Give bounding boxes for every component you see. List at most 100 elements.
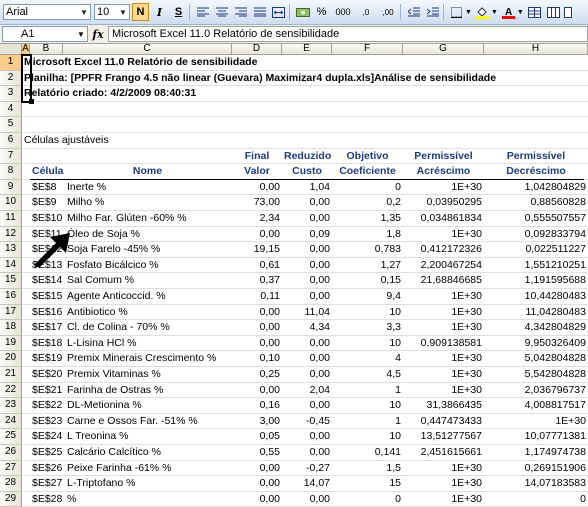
row-header-17[interactable]: 17 bbox=[0, 304, 22, 321]
chevron-down-icon[interactable]: ▼ bbox=[491, 9, 498, 16]
allowable-increase: 31,3866435 bbox=[426, 399, 482, 412]
italic-button[interactable]: I bbox=[151, 3, 168, 21]
row-header-24[interactable]: 24 bbox=[0, 413, 22, 430]
font-size-combo[interactable]: 10 ▼ bbox=[94, 4, 130, 20]
row-header-23[interactable]: 23 bbox=[0, 398, 22, 414]
thousands-button[interactable]: 000 bbox=[332, 3, 354, 21]
row-header-1[interactable]: 1 bbox=[0, 55, 22, 71]
row-header-18[interactable]: 18 bbox=[0, 320, 22, 336]
row-header-22[interactable]: 22 bbox=[0, 382, 22, 399]
font-name-combo[interactable]: Arial ▼ bbox=[3, 4, 91, 20]
row-header-9[interactable]: 9 bbox=[0, 179, 22, 196]
underline-button[interactable]: S bbox=[170, 3, 187, 21]
row-header-7[interactable]: 7 bbox=[0, 148, 22, 165]
row-header-8[interactable]: 8 bbox=[0, 164, 22, 180]
allowable-decrease: 4,008817517 bbox=[524, 399, 586, 412]
objective-coefficient: 0,783 bbox=[374, 243, 401, 256]
row-header-4[interactable]: 4 bbox=[0, 101, 22, 118]
formula-input[interactable]: Microsoft Excel 11.0 Relatório de sensib… bbox=[108, 26, 588, 42]
chevron-down-icon[interactable]: ▼ bbox=[117, 8, 129, 17]
variable-name: Milho Far. Glúten -60% % bbox=[67, 212, 187, 224]
font-color-icon[interactable]: A bbox=[500, 3, 517, 21]
objective-coefficient: 15 bbox=[389, 477, 401, 490]
final-value: 19,15 bbox=[253, 243, 280, 256]
column-header-c[interactable]: C bbox=[63, 44, 232, 55]
row-header-16[interactable]: 16 bbox=[0, 289, 22, 305]
chevron-down-icon[interactable]: ▼ bbox=[465, 9, 472, 16]
borders-icon[interactable] bbox=[448, 3, 465, 21]
column-header-b[interactable]: B bbox=[30, 44, 63, 55]
row-header-15[interactable]: 15 bbox=[0, 273, 22, 289]
fill-color-icon[interactable] bbox=[474, 3, 491, 21]
objective-coefficient: 4 bbox=[395, 352, 401, 365]
bold-button[interactable]: N bbox=[132, 3, 149, 21]
percent-button[interactable]: % bbox=[313, 3, 330, 21]
row-header-12[interactable]: 12 bbox=[0, 226, 22, 243]
select-all-corner[interactable] bbox=[0, 44, 22, 55]
row-header-10[interactable]: 10 bbox=[0, 195, 22, 211]
column-header-e[interactable]: E bbox=[282, 44, 332, 55]
row-header-3[interactable]: 3 bbox=[0, 86, 22, 102]
freeze-icon[interactable] bbox=[563, 3, 572, 21]
chevron-down-icon[interactable]: ▼ bbox=[75, 30, 87, 39]
column-header-g[interactable]: G bbox=[403, 44, 484, 55]
reduced-cost: 0,00 bbox=[309, 399, 330, 412]
table-icon[interactable] bbox=[526, 3, 543, 21]
row-header-21[interactable]: 21 bbox=[0, 367, 22, 383]
increase-indent-icon[interactable] bbox=[424, 3, 441, 21]
row-header-25[interactable]: 25 bbox=[0, 429, 22, 445]
merge-center-icon[interactable] bbox=[270, 3, 287, 21]
row-header-29[interactable]: 29 bbox=[0, 491, 22, 507]
cell-reference: $E$26 bbox=[32, 461, 63, 474]
row-header-6[interactable]: 6 bbox=[0, 133, 22, 149]
column-header-d[interactable]: D bbox=[232, 44, 282, 55]
allowable-increase: 0,034861834 bbox=[420, 212, 482, 224]
align-right-icon[interactable] bbox=[232, 3, 249, 21]
column-header-top: Permissível bbox=[506, 149, 566, 162]
decrease-decimal-button[interactable]: ,00 bbox=[378, 3, 398, 21]
column-header-f[interactable]: F bbox=[332, 44, 403, 55]
allowable-increase: 1E+30 bbox=[451, 383, 482, 396]
row-header-11[interactable]: 11 bbox=[0, 211, 22, 227]
final-value: 0,37 bbox=[259, 274, 280, 287]
variable-name: Sal Comum % bbox=[67, 274, 135, 287]
row-header-28[interactable]: 28 bbox=[0, 476, 22, 492]
allowable-decrease: 5,042804828 bbox=[524, 352, 586, 365]
final-value: 0,05 bbox=[259, 430, 280, 443]
final-value: 0,16 bbox=[259, 399, 280, 412]
row-header-2[interactable]: 2 bbox=[0, 70, 22, 87]
align-left-icon[interactable] bbox=[194, 3, 211, 21]
chevron-down-icon[interactable]: ▼ bbox=[517, 9, 524, 16]
increase-decimal-button[interactable]: ,0 bbox=[356, 3, 376, 21]
allowable-increase: 0,03950295 bbox=[426, 196, 482, 209]
reduced-cost: 0,00 bbox=[309, 243, 330, 256]
insert-function-icon[interactable]: fx bbox=[88, 28, 108, 41]
row-header-20[interactable]: 20 bbox=[0, 351, 22, 367]
allowable-decrease: 0,88560828 bbox=[530, 196, 586, 209]
row-header-27[interactable]: 27 bbox=[0, 460, 22, 477]
column-header-h[interactable]: H bbox=[484, 44, 588, 55]
name-box[interactable]: A1 ▼ bbox=[2, 26, 88, 42]
allowable-decrease: 5,542804828 bbox=[524, 368, 586, 380]
variable-name: L-Lisina HCl % bbox=[67, 336, 137, 349]
justify-icon[interactable] bbox=[251, 3, 268, 21]
column-header-bottom: Coeficiente bbox=[339, 165, 396, 178]
row-header-13[interactable]: 13 bbox=[0, 242, 22, 258]
decrease-indent-icon[interactable] bbox=[405, 3, 422, 21]
row-header-14[interactable]: 14 bbox=[0, 257, 22, 274]
cell-reference: $E$10 bbox=[32, 212, 63, 224]
currency-icon[interactable] bbox=[294, 3, 311, 21]
fill-handle[interactable] bbox=[29, 98, 34, 104]
chevron-down-icon[interactable]: ▼ bbox=[78, 8, 90, 17]
allowable-increase: 1E+30 bbox=[451, 180, 482, 193]
align-center-icon[interactable] bbox=[213, 3, 230, 21]
reduced-cost: 0,00 bbox=[309, 212, 330, 224]
row-header-5[interactable]: 5 bbox=[0, 117, 22, 133]
grid-icon[interactable] bbox=[545, 3, 562, 21]
row-header-19[interactable]: 19 bbox=[0, 335, 22, 352]
selected-cell-a1[interactable] bbox=[21, 54, 32, 103]
objective-coefficient: 0,141 bbox=[374, 446, 401, 458]
allowable-increase: 1E+30 bbox=[451, 352, 482, 365]
row-header-26[interactable]: 26 bbox=[0, 445, 22, 461]
report-title: Microsoft Excel 11.0 Relatório de sensib… bbox=[24, 56, 258, 68]
